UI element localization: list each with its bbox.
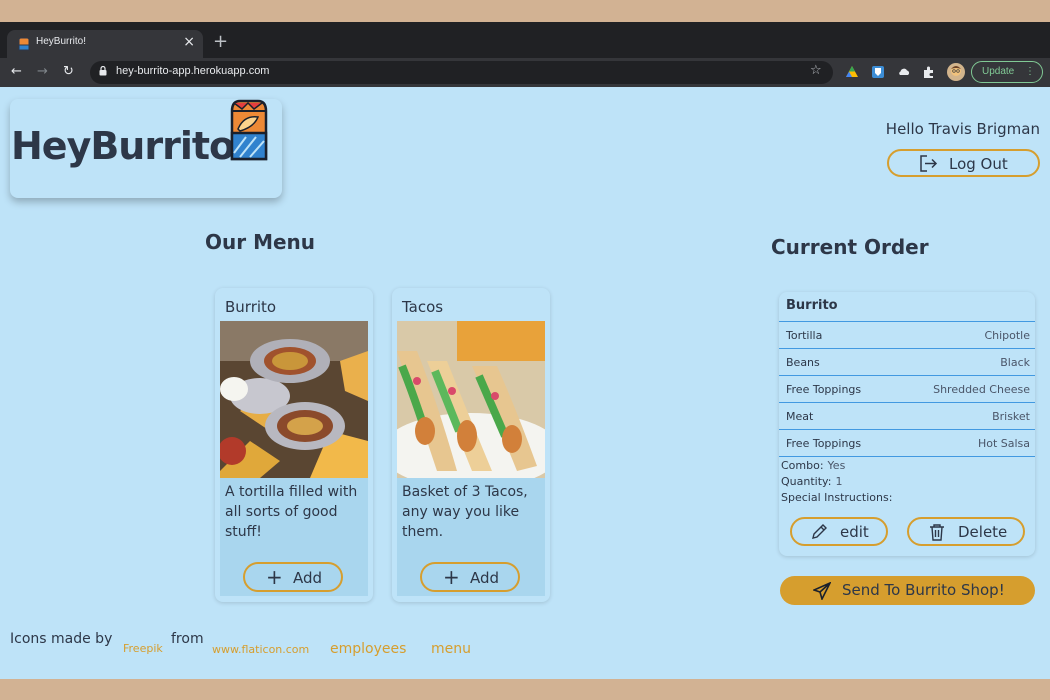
burrito-logo-icon	[230, 99, 268, 161]
browser-tab[interactable]: HeyBurrito! ×	[7, 30, 203, 58]
send-to-shop-button[interactable]: Send To Burrito Shop!	[780, 576, 1035, 605]
forward-arrow-icon[interactable]: →	[37, 62, 48, 82]
profile-avatar-icon[interactable]	[947, 63, 965, 81]
tab-close-icon[interactable]: ×	[183, 34, 195, 50]
menu-card-body: A tortilla filled with all sorts of good…	[220, 478, 368, 596]
order-row-key: Free Toppings	[786, 437, 862, 450]
paper-plane-icon	[813, 582, 831, 600]
combo-line: Combo: Yes	[781, 459, 845, 472]
order-row: Meat Brisket	[779, 403, 1035, 430]
quantity-value: 1	[835, 475, 843, 488]
cloud-extension-icon[interactable]	[897, 65, 911, 79]
order-row-value: Black	[1000, 356, 1030, 369]
employees-link[interactable]: employees	[330, 641, 406, 657]
order-row-value: Brisket	[992, 410, 1030, 423]
menu-item-description: A tortilla filled with all sorts of good…	[225, 484, 358, 540]
order-row: Free Toppings Shredded Cheese	[779, 376, 1035, 403]
menu-card-body: Basket of 3 Tacos, any way you like them…	[397, 478, 545, 596]
add-label: Add	[293, 569, 323, 587]
edit-label: edit	[840, 523, 869, 541]
app-logo-text[interactable]: HeyBurrito!	[11, 124, 251, 168]
menu-card-tacos: Tacos Basket of 3 Tacos, any way you lik…	[392, 288, 550, 602]
user-greeting: Hello Travis Brigman	[885, 120, 1040, 138]
order-row-value: Shredded Cheese	[933, 383, 1030, 396]
delete-order-button[interactable]: Delete	[907, 517, 1025, 546]
order-row-value: Hot Salsa	[977, 437, 1030, 450]
edit-order-button[interactable]: edit	[790, 517, 888, 546]
add-burrito-button[interactable]: + Add	[243, 562, 343, 592]
icons-credit-text: Icons made by	[10, 631, 113, 647]
logout-icon	[920, 155, 938, 172]
menu-item-name: Tacos	[402, 298, 444, 316]
drive-extension-icon[interactable]	[845, 65, 859, 79]
from-text: from	[171, 631, 204, 647]
flaticon-link[interactable]: www.flaticon.com	[212, 643, 309, 656]
update-label: Update	[982, 66, 1015, 77]
logout-label: Log Out	[949, 155, 1008, 173]
new-tab-button[interactable]: +	[213, 31, 228, 53]
lock-icon	[99, 66, 107, 76]
order-title: Current Order	[771, 235, 929, 259]
logout-button[interactable]: Log Out	[887, 149, 1040, 177]
order-row-value: Chipotle	[984, 329, 1030, 342]
bitwarden-extension-icon[interactable]	[871, 65, 885, 79]
order-row-key: Meat	[786, 410, 814, 423]
order-row: Tortilla Chipotle	[779, 322, 1035, 349]
tab-title: HeyBurrito!	[36, 36, 87, 47]
quantity-label: Quantity:	[781, 475, 832, 488]
back-arrow-icon[interactable]: ←	[11, 62, 22, 82]
burrito-photo	[220, 321, 368, 478]
trash-icon	[930, 524, 944, 541]
order-row: Beans Black	[779, 349, 1035, 376]
order-item-name: Burrito	[786, 298, 838, 313]
order-card: Burrito Tortilla Chipotle Beans Black Fr…	[779, 292, 1035, 556]
reload-icon[interactable]: ↻	[63, 62, 74, 82]
combo-value: Yes	[827, 459, 846, 472]
pencil-icon	[812, 524, 827, 539]
menu-item-description: Basket of 3 Tacos, any way you like them…	[402, 484, 528, 540]
puzzle-extensions-icon[interactable]	[922, 65, 936, 79]
update-browser-button[interactable]: Update ⋮	[971, 61, 1043, 83]
order-row-key: Tortilla	[786, 329, 823, 342]
instructions-line: Special Instructions:	[781, 491, 892, 504]
order-item-header: Burrito	[779, 292, 1035, 322]
menu-link[interactable]: menu	[431, 641, 471, 657]
menu-card-burrito: Burrito A tortilla filled with all sorts…	[215, 288, 373, 602]
send-label: Send To Burrito Shop!	[842, 581, 1005, 599]
add-tacos-button[interactable]: + Add	[420, 562, 520, 592]
plus-icon: +	[443, 565, 460, 589]
order-row: Free Toppings Hot Salsa	[779, 430, 1035, 457]
instructions-label: Special Instructions:	[781, 491, 893, 504]
order-row-key: Free Toppings	[786, 383, 862, 396]
combo-label: Combo:	[781, 459, 824, 472]
plus-icon: +	[266, 565, 283, 589]
add-label: Add	[470, 569, 500, 587]
freepik-link[interactable]: Freepik	[123, 642, 163, 655]
menu-title: Our Menu	[205, 230, 316, 254]
burrito-favicon-icon	[18, 37, 30, 51]
menu-item-name: Burrito	[225, 298, 277, 316]
kebab-menu-icon[interactable]: ⋮	[1025, 62, 1035, 82]
delete-label: Delete	[958, 523, 1008, 541]
bookmark-star-icon[interactable]: ☆	[810, 63, 822, 78]
order-row-key: Beans	[786, 356, 820, 369]
tacos-photo	[397, 321, 545, 478]
url-text[interactable]: hey-burrito-app.herokuapp.com	[116, 65, 269, 77]
quantity-line: Quantity: 1	[781, 475, 842, 488]
